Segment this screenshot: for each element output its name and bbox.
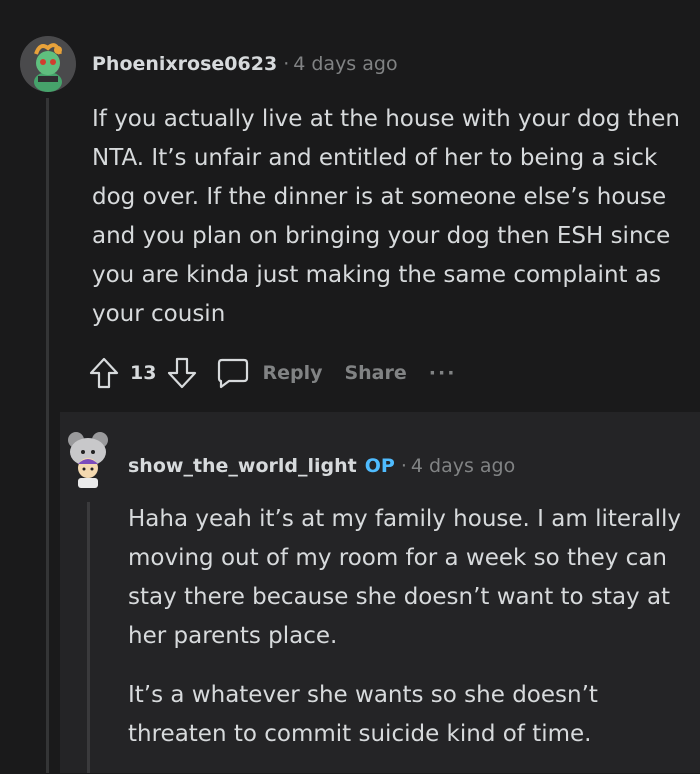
reply-button[interactable]: Reply: [262, 362, 322, 384]
share-button[interactable]: Share: [344, 362, 406, 384]
reply-comment: show_the_world_light OP · 4 days ago Haha y…: [60, 412, 700, 773]
snoo-avatar-icon: [20, 36, 76, 92]
snoo-avatar-icon: [68, 432, 108, 488]
user-avatar[interactable]: [20, 36, 76, 92]
reply-meta: show_the_world_light OP · 4 days ago: [128, 452, 515, 480]
comment-bubble-icon[interactable]: [216, 356, 250, 390]
thread-line[interactable]: [87, 502, 90, 773]
comment-timestamp[interactable]: 4 days ago: [293, 53, 397, 75]
comment-meta: Phoenixrose0623 · 4 days ago: [92, 50, 398, 78]
op-badge: OP: [364, 455, 395, 477]
user-avatar[interactable]: [62, 430, 114, 490]
comment-actions: 13 Reply Share ···: [88, 352, 456, 394]
thread-line[interactable]: [46, 98, 49, 773]
comment-author[interactable]: Phoenixrose0623: [92, 53, 277, 75]
upvote-arrow-icon[interactable]: [88, 356, 120, 390]
reply-body: Haha yeah it’s at my family house. I am …: [128, 500, 688, 774]
reply-author[interactable]: show_the_world_light: [128, 455, 357, 477]
more-options-icon[interactable]: ···: [429, 362, 457, 384]
comment-body: If you actually live at the house with y…: [92, 106, 680, 327]
comment: Phoenixrose0623 · 4 days ago If you actual…: [0, 0, 700, 773]
meta-separator: ·: [283, 53, 290, 75]
meta-separator: ·: [400, 455, 407, 477]
reply-paragraph: Haha yeah it’s at my family house. I am …: [128, 506, 681, 649]
downvote-arrow-icon[interactable]: [166, 356, 198, 390]
reply-timestamp[interactable]: 4 days ago: [411, 455, 515, 477]
reply-paragraph: It’s a whatever she wants so she doesn’t…: [128, 682, 598, 747]
vote-count: 13: [130, 362, 157, 384]
